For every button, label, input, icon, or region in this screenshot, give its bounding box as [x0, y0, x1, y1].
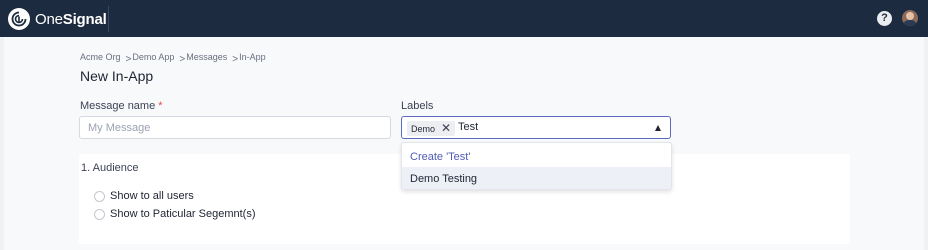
message-name-label: Message name *: [80, 100, 163, 112]
label-option-demo-testing[interactable]: Demo Testing: [402, 167, 671, 189]
page-title: New In-App: [80, 68, 154, 84]
breadcrumb-chevron-icon: >: [232, 54, 239, 65]
breadcrumb-app[interactable]: Demo App: [132, 52, 174, 63]
breadcrumb-chevron-icon: >: [179, 54, 186, 65]
required-marker: *: [158, 100, 163, 112]
onesignal-logo[interactable]: OneSignal: [8, 8, 107, 30]
audience-option-segments[interactable]: Show to Paticular Segemnt(s): [94, 208, 256, 220]
audience-title: 1. Audience: [81, 162, 139, 174]
labels-dropdown-menu: Create 'Test' Demo Testing: [401, 142, 672, 190]
brand-name: OneSignal: [35, 10, 107, 28]
create-label-option[interactable]: Create 'Test': [402, 145, 671, 168]
radio-button[interactable]: [94, 190, 105, 202]
header-divider: [108, 6, 109, 32]
message-name-input[interactable]: My Message: [79, 116, 391, 139]
radio-button[interactable]: [94, 208, 105, 220]
breadcrumb-chevron-icon: >: [125, 54, 132, 65]
labels-search-input[interactable]: Test: [458, 121, 478, 133]
breadcrumb-messages[interactable]: Messages: [186, 52, 227, 63]
audience-option-all-users[interactable]: Show to all users: [94, 190, 194, 202]
caret-up-icon[interactable]: [655, 125, 661, 131]
onesignal-logo-icon: [8, 8, 30, 30]
chip-label: Demo: [411, 123, 436, 134]
label-chip-demo: Demo ✕: [407, 121, 456, 136]
breadcrumb-org[interactable]: Acme Org: [80, 52, 121, 63]
user-avatar[interactable]: [902, 10, 918, 26]
breadcrumb: Acme Org > Demo App > Messages > In-App: [80, 52, 266, 65]
radio-label: Show to all users: [110, 190, 194, 202]
labels-label: Labels: [401, 100, 434, 112]
radio-label: Show to Paticular Segemnt(s): [110, 208, 256, 220]
chip-remove-close-icon[interactable]: ✕: [441, 121, 451, 136]
breadcrumb-in-app: In-App: [239, 52, 266, 62]
labels-select[interactable]: Demo ✕ Test: [401, 116, 671, 139]
top-navigation-bar: OneSignal ?: [0, 0, 928, 37]
help-icon[interactable]: ?: [877, 11, 892, 26]
